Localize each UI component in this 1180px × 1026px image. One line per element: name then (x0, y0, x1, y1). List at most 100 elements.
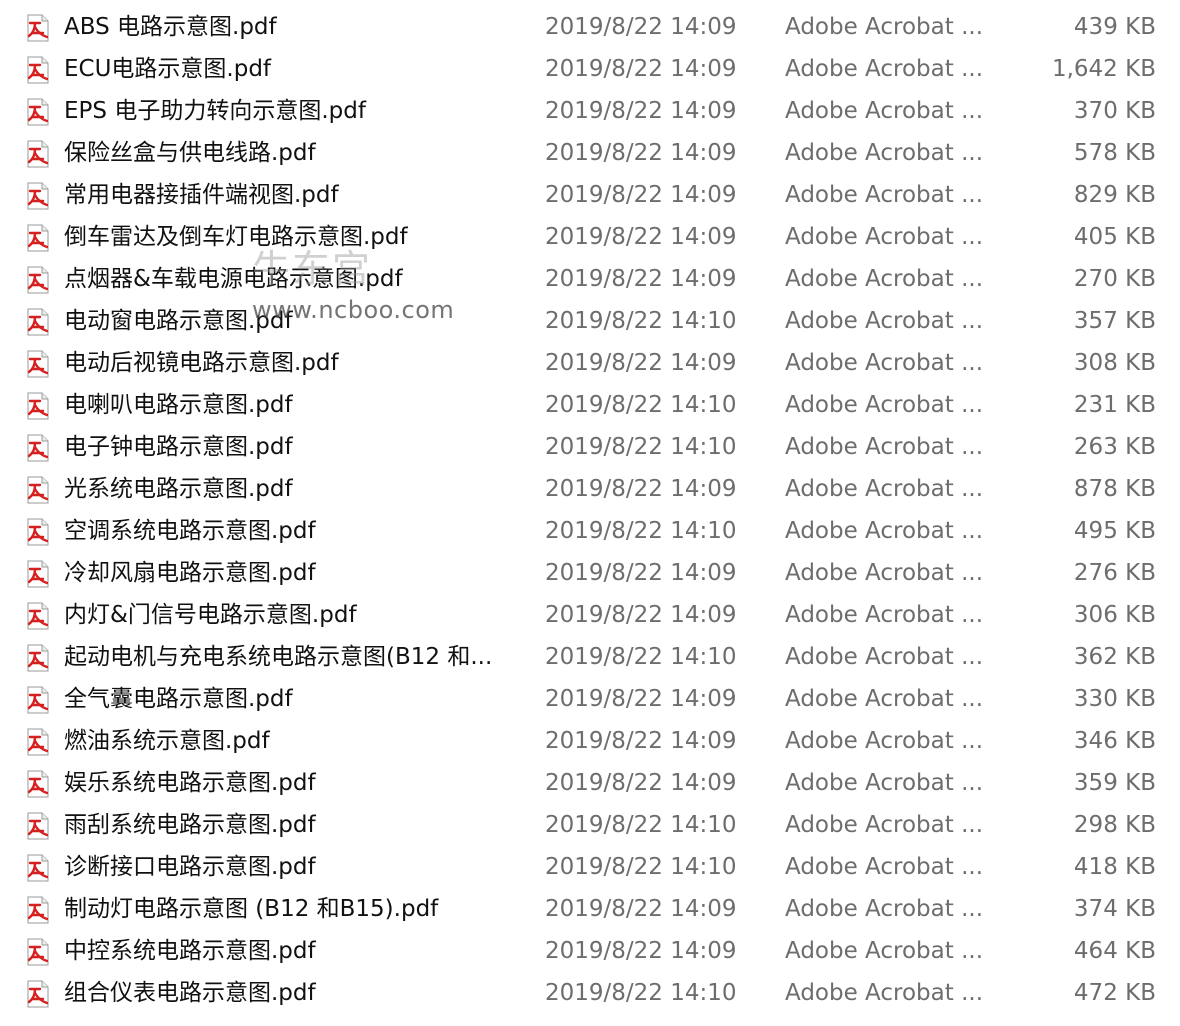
file-name: 电动窗电路示意图.pdf (64, 308, 293, 334)
file-row[interactable]: 空调系统电路示意图.pdf 2019/8/22 14:10 Adobe Acro… (0, 510, 1180, 552)
file-size: 374 KB (1073, 896, 1156, 922)
file-row[interactable]: 保险丝盒与供电线路.pdf 2019/8/22 14:09 Adobe Acro… (0, 132, 1180, 174)
file-row[interactable]: ABS 电路示意图.pdf 2019/8/22 14:09 Adobe Acro… (0, 6, 1180, 48)
file-row[interactable]: 雨刮系统电路示意图.pdf 2019/8/22 14:10 Adobe Acro… (0, 804, 1180, 846)
pdf-file-icon (24, 14, 52, 42)
file-type: Adobe Acrobat ... (785, 812, 984, 838)
file-type: Adobe Acrobat ... (785, 560, 984, 586)
file-row[interactable]: 诊断接口电路示意图.pdf 2019/8/22 14:10 Adobe Acro… (0, 846, 1180, 888)
file-size: 1,642 KB (1051, 56, 1156, 82)
file-size: 578 KB (1073, 140, 1156, 166)
file-type: Adobe Acrobat ... (785, 644, 984, 670)
pdf-file-icon (24, 308, 52, 336)
file-size: 439 KB (1073, 14, 1156, 40)
file-type: Adobe Acrobat ... (785, 266, 984, 292)
file-date-modified: 2019/8/22 14:09 (545, 728, 737, 754)
file-name: 光系统电路示意图.pdf (64, 476, 293, 502)
file-row[interactable]: 燃油系统示意图.pdf 2019/8/22 14:09 Adobe Acroba… (0, 720, 1180, 762)
file-size: 270 KB (1073, 266, 1156, 292)
file-date-modified: 2019/8/22 14:09 (545, 938, 737, 964)
file-type: Adobe Acrobat ... (785, 224, 984, 250)
pdf-file-icon (24, 98, 52, 126)
pdf-file-icon (24, 476, 52, 504)
file-size: 472 KB (1073, 980, 1156, 1006)
pdf-file-icon (24, 350, 52, 378)
file-row[interactable]: ECU电路示意图.pdf 2019/8/22 14:09 Adobe Acrob… (0, 48, 1180, 90)
file-name: 起动电机与充电系统电路示意图(B12 和... (64, 644, 493, 670)
file-type: Adobe Acrobat ... (785, 686, 984, 712)
file-type: Adobe Acrobat ... (785, 182, 984, 208)
file-name: 雨刮系统电路示意图.pdf (64, 812, 316, 838)
file-type: Adobe Acrobat ... (785, 308, 984, 334)
file-row[interactable]: 电动后视镜电路示意图.pdf 2019/8/22 14:09 Adobe Acr… (0, 342, 1180, 384)
file-row[interactable]: 起动电机与充电系统电路示意图(B12 和... 2019/8/22 14:10 … (0, 636, 1180, 678)
pdf-file-icon (24, 392, 52, 420)
file-row[interactable]: EPS 电子助力转向示意图.pdf 2019/8/22 14:09 Adobe … (0, 90, 1180, 132)
file-type: Adobe Acrobat ... (785, 602, 984, 628)
file-row[interactable]: 全气囊电路示意图.pdf 2019/8/22 14:09 Adobe Acrob… (0, 678, 1180, 720)
file-row[interactable]: 冷却风扇电路示意图.pdf 2019/8/22 14:09 Adobe Acro… (0, 552, 1180, 594)
file-size: 359 KB (1073, 770, 1156, 796)
file-date-modified: 2019/8/22 14:10 (545, 812, 737, 838)
pdf-file-icon (24, 56, 52, 84)
file-type: Adobe Acrobat ... (785, 392, 984, 418)
file-type: Adobe Acrobat ... (785, 938, 984, 964)
file-date-modified: 2019/8/22 14:09 (545, 602, 737, 628)
file-date-modified: 2019/8/22 14:09 (545, 476, 737, 502)
file-row[interactable]: 光系统电路示意图.pdf 2019/8/22 14:09 Adobe Acrob… (0, 468, 1180, 510)
file-type: Adobe Acrobat ... (785, 518, 984, 544)
file-date-modified: 2019/8/22 14:09 (545, 56, 737, 82)
file-type: Adobe Acrobat ... (785, 770, 984, 796)
file-size: 231 KB (1073, 392, 1156, 418)
file-size: 829 KB (1073, 182, 1156, 208)
file-size: 308 KB (1073, 350, 1156, 376)
file-name: 全气囊电路示意图.pdf (64, 686, 293, 712)
file-date-modified: 2019/8/22 14:09 (545, 224, 737, 250)
pdf-file-icon (24, 266, 52, 294)
pdf-file-icon (24, 434, 52, 462)
file-type: Adobe Acrobat ... (785, 434, 984, 460)
pdf-file-icon (24, 770, 52, 798)
file-type: Adobe Acrobat ... (785, 56, 984, 82)
file-date-modified: 2019/8/22 14:09 (545, 266, 737, 292)
pdf-file-icon (24, 938, 52, 966)
file-type: Adobe Acrobat ... (785, 476, 984, 502)
file-row[interactable]: 组合仪表电路示意图.pdf 2019/8/22 14:10 Adobe Acro… (0, 972, 1180, 1014)
file-row[interactable]: 电动窗电路示意图.pdf 2019/8/22 14:10 Adobe Acrob… (0, 300, 1180, 342)
pdf-file-icon (24, 980, 52, 1008)
pdf-file-icon (24, 854, 52, 882)
file-type: Adobe Acrobat ... (785, 140, 984, 166)
file-name: 倒车雷达及倒车灯电路示意图.pdf (64, 224, 408, 250)
file-row[interactable]: 娱乐系统电路示意图.pdf 2019/8/22 14:09 Adobe Acro… (0, 762, 1180, 804)
file-row[interactable]: 倒车雷达及倒车灯电路示意图.pdf 2019/8/22 14:09 Adobe … (0, 216, 1180, 258)
file-size: 298 KB (1073, 812, 1156, 838)
file-date-modified: 2019/8/22 14:09 (545, 896, 737, 922)
file-date-modified: 2019/8/22 14:10 (545, 644, 737, 670)
file-name: 空调系统电路示意图.pdf (64, 518, 316, 544)
pdf-file-icon (24, 644, 52, 672)
file-name: 内灯&门信号电路示意图.pdf (64, 602, 357, 628)
file-type: Adobe Acrobat ... (785, 980, 984, 1006)
pdf-file-icon (24, 686, 52, 714)
file-type: Adobe Acrobat ... (785, 350, 984, 376)
file-size: 346 KB (1073, 728, 1156, 754)
file-name: 常用电器接插件端视图.pdf (64, 182, 339, 208)
file-name: 娱乐系统电路示意图.pdf (64, 770, 316, 796)
file-name: EPS 电子助力转向示意图.pdf (64, 98, 366, 124)
file-row[interactable]: 制动灯电路示意图 (B12 和B15).pdf 2019/8/22 14:09 … (0, 888, 1180, 930)
file-row[interactable]: 常用电器接插件端视图.pdf 2019/8/22 14:09 Adobe Acr… (0, 174, 1180, 216)
file-date-modified: 2019/8/22 14:10 (545, 434, 737, 460)
file-name: 保险丝盒与供电线路.pdf (64, 140, 316, 166)
file-name: 点烟器&车载电源电路示意图.pdf (64, 266, 403, 292)
file-size: 306 KB (1073, 602, 1156, 628)
file-row[interactable]: 中控系统电路示意图.pdf 2019/8/22 14:09 Adobe Acro… (0, 930, 1180, 972)
file-row[interactable]: 内灯&门信号电路示意图.pdf 2019/8/22 14:09 Adobe Ac… (0, 594, 1180, 636)
file-size: 878 KB (1073, 476, 1156, 502)
file-name: 电子钟电路示意图.pdf (64, 434, 293, 460)
file-date-modified: 2019/8/22 14:09 (545, 350, 737, 376)
file-date-modified: 2019/8/22 14:10 (545, 518, 737, 544)
file-row[interactable]: 点烟器&车载电源电路示意图.pdf 2019/8/22 14:09 Adobe … (0, 258, 1180, 300)
file-row[interactable]: 电喇叭电路示意图.pdf 2019/8/22 14:10 Adobe Acrob… (0, 384, 1180, 426)
file-size: 362 KB (1073, 644, 1156, 670)
file-row[interactable]: 电子钟电路示意图.pdf 2019/8/22 14:10 Adobe Acrob… (0, 426, 1180, 468)
